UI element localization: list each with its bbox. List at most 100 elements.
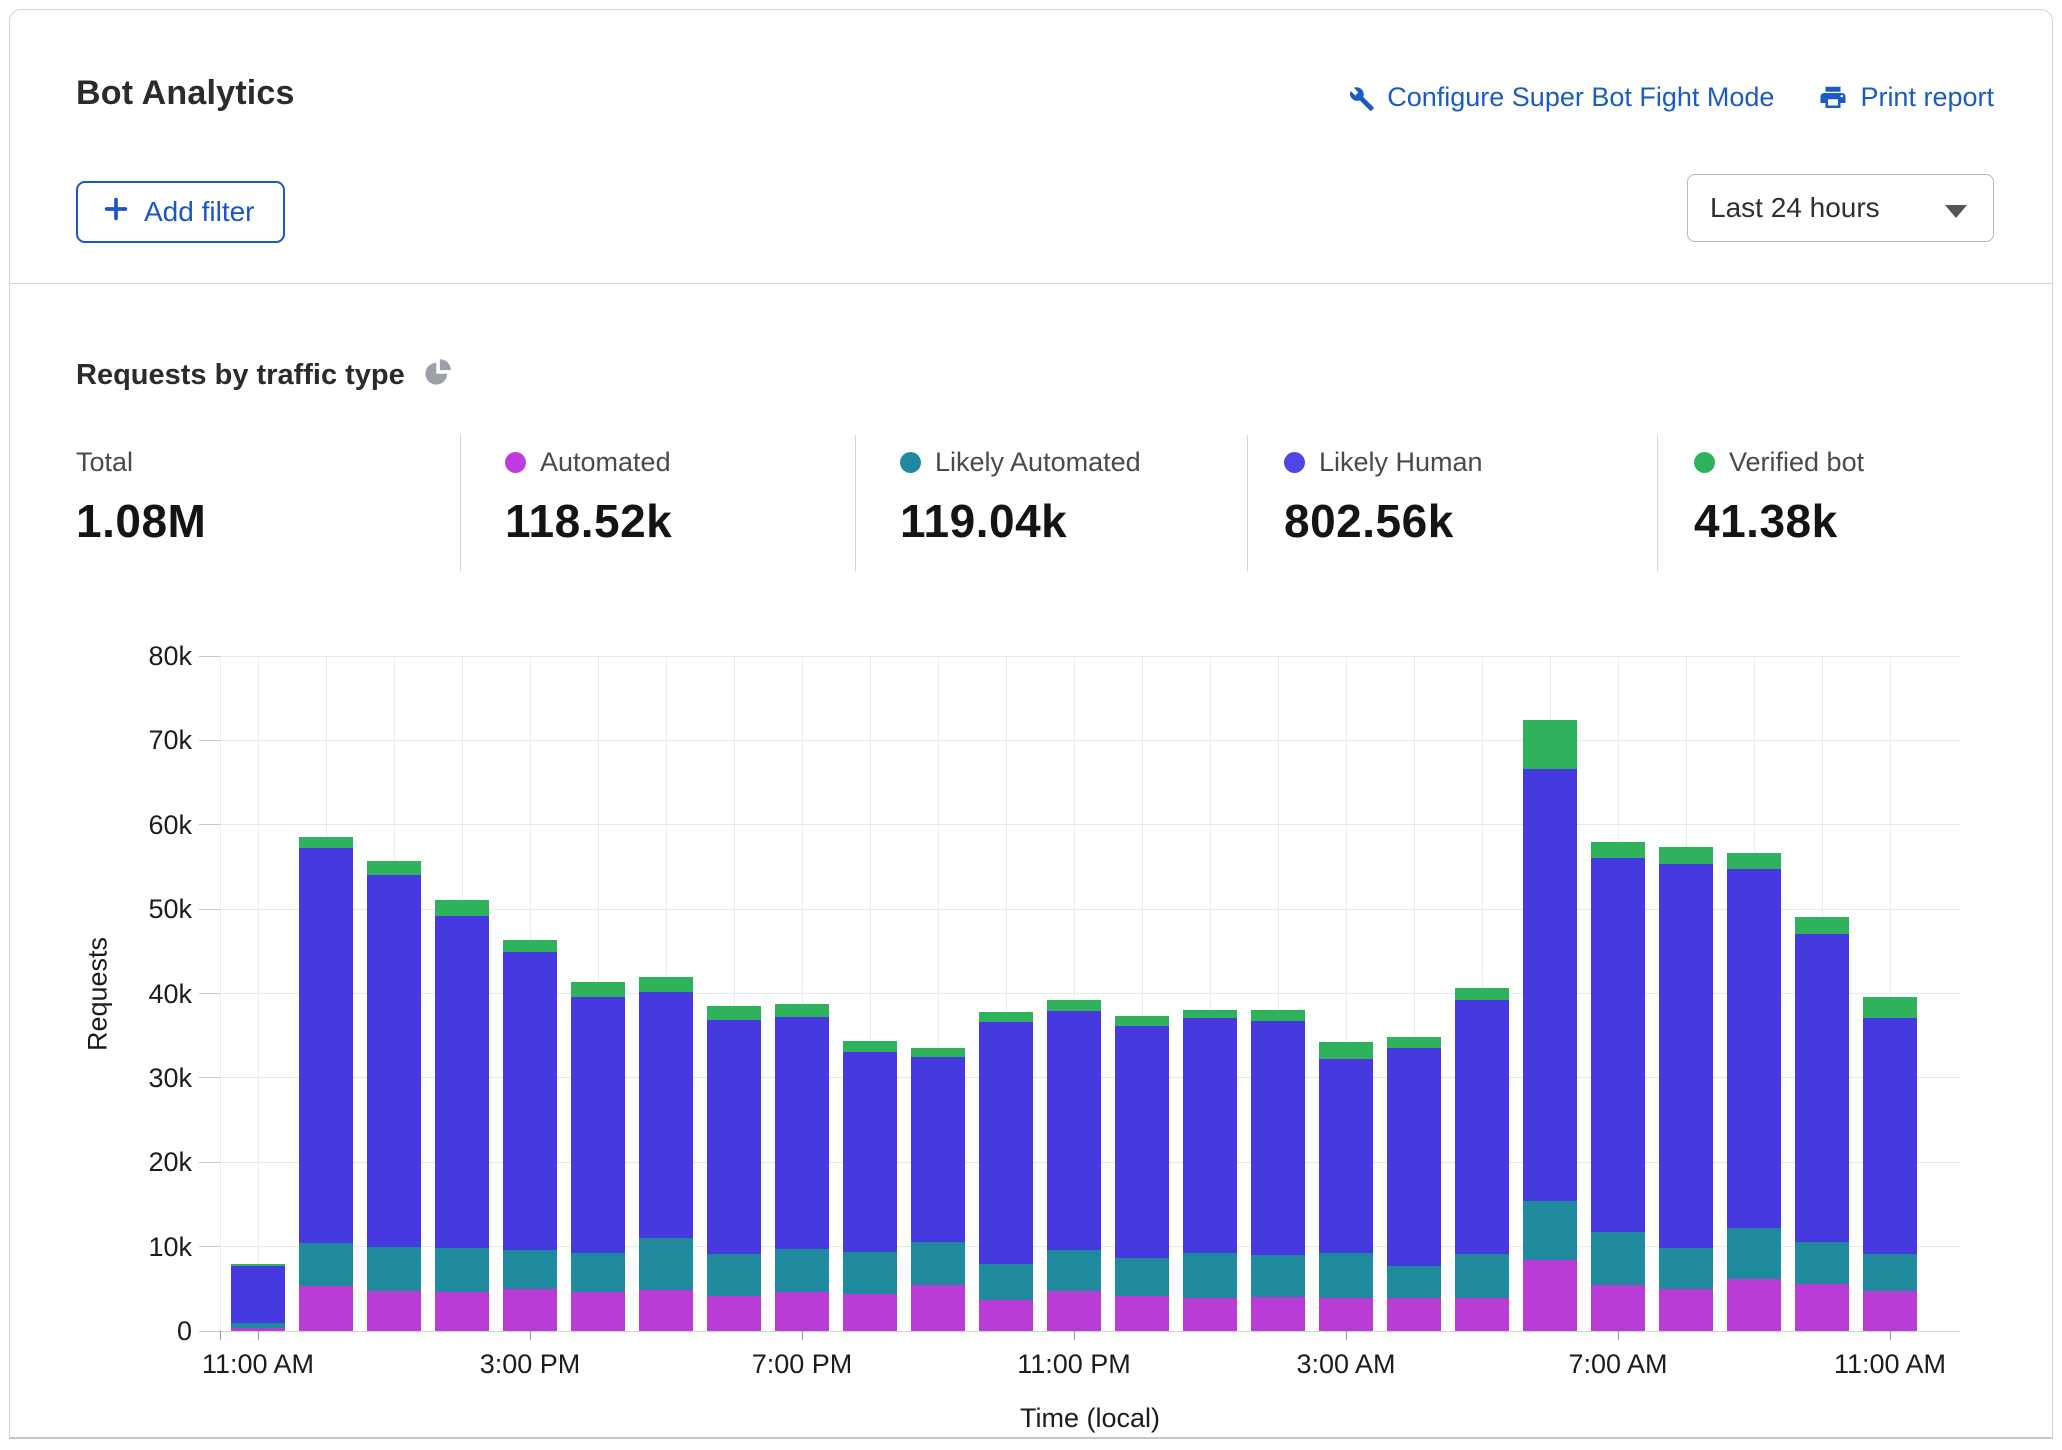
- bar-segment-verified-bot: [1115, 1016, 1169, 1026]
- bar-segment-verified-bot: [299, 837, 353, 849]
- bar-hour-13[interactable]: [1115, 1016, 1169, 1331]
- bar-segment-automated: [639, 1290, 693, 1331]
- x-tick-0: [258, 1331, 259, 1340]
- bar-segment-likely-automated: [911, 1242, 965, 1285]
- bar-hour-22[interactable]: [1727, 853, 1781, 1331]
- bar-segment-likely-human: [1523, 769, 1577, 1201]
- bot-analytics-screen: Bot Analytics Configure Super Bot Fight …: [0, 0, 2062, 1450]
- bar-segment-verified-bot: [571, 982, 625, 997]
- y-tick-60k: [199, 824, 220, 825]
- bar-segment-likely-human: [1863, 1018, 1917, 1254]
- bar-hour-2[interactable]: [367, 861, 421, 1331]
- bar-segment-likely-automated: [639, 1238, 693, 1289]
- bar-hour-18[interactable]: [1455, 988, 1509, 1331]
- y-tick-70k: [199, 740, 220, 741]
- bar-segment-automated: [571, 1292, 625, 1331]
- bar-segment-likely-automated: [1727, 1228, 1781, 1279]
- bar-segment-likely-human: [1115, 1026, 1169, 1257]
- configure-super-bot-fight-mode-link[interactable]: Configure Super Bot Fight Mode: [1345, 82, 1774, 113]
- bar-segment-automated: [1387, 1298, 1441, 1331]
- bar-segment-likely-human: [503, 952, 557, 1250]
- time-range-value: Last 24 hours: [1688, 192, 1880, 224]
- bar-segment-verified-bot: [1863, 997, 1917, 1018]
- time-range-select[interactable]: Last 24 hours: [1687, 174, 1994, 242]
- x-tick-label-3: 11:00 PM: [974, 1349, 1174, 1380]
- y-tick-label-80k: 80k: [120, 643, 192, 670]
- stat-automated-label: Automated: [540, 447, 671, 478]
- bar-segment-verified-bot: [1251, 1010, 1305, 1020]
- bar-segment-likely-automated: [231, 1323, 285, 1328]
- gridline-60k: [220, 824, 1960, 825]
- bar-hour-5[interactable]: [571, 982, 625, 1331]
- add-filter-button[interactable]: Add filter: [76, 181, 285, 243]
- bar-segment-likely-human: [1591, 858, 1645, 1233]
- bar-segment-verified-bot: [1047, 1000, 1101, 1011]
- bar-hour-6[interactable]: [639, 977, 693, 1331]
- bar-segment-automated: [1523, 1260, 1577, 1331]
- stat-automated-value: 118.52k: [505, 494, 855, 548]
- bar-hour-21[interactable]: [1659, 847, 1713, 1331]
- bar-segment-likely-human: [707, 1020, 761, 1255]
- bar-hour-7[interactable]: [707, 1006, 761, 1331]
- bar-segment-verified-bot: [843, 1041, 897, 1052]
- bar-segment-automated: [1319, 1298, 1373, 1331]
- bar-segment-likely-automated: [503, 1250, 557, 1289]
- section-title-row: Requests by traffic type: [76, 358, 452, 392]
- x-tick-1: [530, 1331, 531, 1340]
- bar-hour-24[interactable]: [1863, 997, 1917, 1331]
- bar-segment-likely-automated: [1863, 1254, 1917, 1291]
- bar-hour-20[interactable]: [1591, 842, 1645, 1331]
- bar-hour-3[interactable]: [435, 900, 489, 1331]
- bar-hour-8[interactable]: [775, 1004, 829, 1331]
- bar-segment-automated: [979, 1300, 1033, 1331]
- x-tick-label-4: 3:00 AM: [1246, 1349, 1446, 1380]
- print-report-link[interactable]: Print report: [1818, 82, 1994, 113]
- bar-segment-automated: [775, 1292, 829, 1331]
- y-tick-label-20k: 20k: [120, 1149, 192, 1176]
- bar-segment-likely-human: [979, 1022, 1033, 1264]
- bar-segment-automated: [1659, 1289, 1713, 1331]
- bar-hour-15[interactable]: [1251, 1010, 1305, 1331]
- bar-segment-automated: [435, 1292, 489, 1331]
- bar-hour-0[interactable]: [231, 1264, 285, 1332]
- bar-hour-14[interactable]: [1183, 1010, 1237, 1331]
- bar-segment-likely-human: [1455, 1000, 1509, 1254]
- bar-hour-9[interactable]: [843, 1041, 897, 1331]
- bar-hour-10[interactable]: [911, 1048, 965, 1332]
- bar-hour-11[interactable]: [979, 1012, 1033, 1331]
- print-link-label: Print report: [1860, 82, 1994, 113]
- bar-segment-likely-human: [1387, 1048, 1441, 1266]
- likely-human-legend-dot: [1284, 452, 1305, 473]
- bar-segment-automated: [503, 1289, 557, 1331]
- bar-segment-likely-automated: [1047, 1250, 1101, 1291]
- bar-hour-23[interactable]: [1795, 917, 1849, 1331]
- x-tick-2: [802, 1331, 803, 1340]
- bar-segment-likely-automated: [1319, 1253, 1373, 1298]
- automated-legend-dot: [505, 452, 526, 473]
- gridline-left-edge: [220, 656, 221, 1331]
- section-title: Requests by traffic type: [76, 359, 405, 392]
- bar-segment-verified-bot: [639, 977, 693, 991]
- bar-segment-likely-automated: [1115, 1258, 1169, 1297]
- y-tick-20k: [199, 1162, 220, 1163]
- bar-segment-likely-human: [911, 1057, 965, 1243]
- bar-segment-likely-human: [231, 1266, 285, 1323]
- stat-likely-human-label: Likely Human: [1319, 447, 1483, 478]
- bar-segment-likely-automated: [1523, 1201, 1577, 1260]
- bar-segment-verified-bot: [435, 900, 489, 916]
- bar-segment-verified-bot: [707, 1006, 761, 1020]
- stat-automated: Automated 118.52k: [460, 435, 855, 572]
- bar-hour-1[interactable]: [299, 837, 353, 1331]
- stats-row: Total 1.08M Automated 118.52k Likely Aut…: [76, 435, 1994, 572]
- y-tick-label-10k: 10k: [120, 1234, 192, 1261]
- bar-hour-17[interactable]: [1387, 1037, 1441, 1331]
- bar-hour-12[interactable]: [1047, 1000, 1101, 1331]
- bar-segment-likely-automated: [979, 1264, 1033, 1299]
- bar-segment-verified-bot: [1591, 842, 1645, 857]
- bar-hour-19[interactable]: [1523, 720, 1577, 1331]
- y-tick-label-50k: 50k: [120, 896, 192, 923]
- bar-hour-16[interactable]: [1319, 1042, 1373, 1331]
- stat-likely-human-value: 802.56k: [1284, 494, 1657, 548]
- bar-segment-verified-bot: [367, 861, 421, 875]
- bar-hour-4[interactable]: [503, 940, 557, 1332]
